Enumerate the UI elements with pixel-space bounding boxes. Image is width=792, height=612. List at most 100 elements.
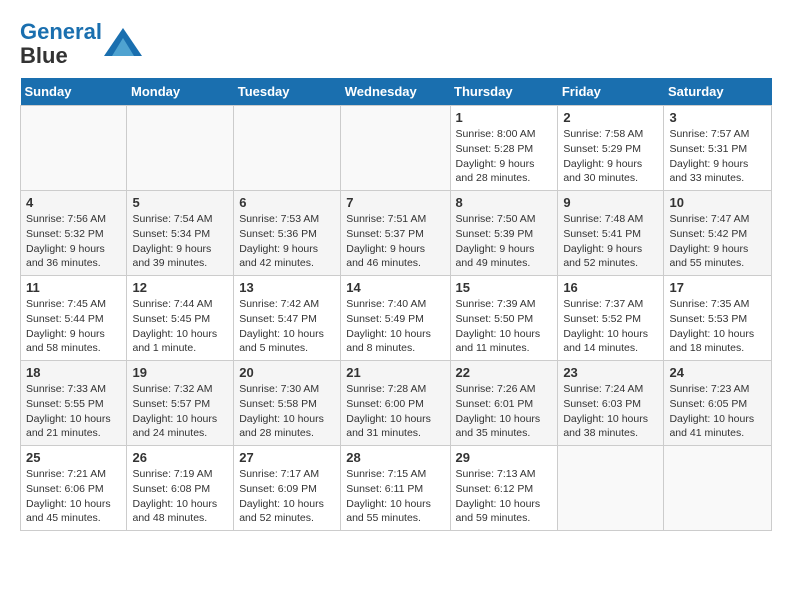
calendar-cell: 17Sunrise: 7:35 AM Sunset: 5:53 PM Dayli… — [664, 276, 772, 361]
column-header-wednesday: Wednesday — [341, 78, 450, 106]
calendar-cell: 10 Sunrise: 7:47 AM Sunset: 5:42 PM Dayli… — [664, 191, 772, 276]
day-number: 29 — [456, 450, 553, 465]
day-info: Sunrise: 7:13 AM Sunset: 6:12 PM Dayligh… — [456, 467, 553, 526]
day-info: Sunrise: 7:45 AM Sunset: 5:44 PM Dayligh… — [26, 297, 121, 356]
calendar-cell — [558, 446, 664, 531]
day-number: 22 — [456, 365, 553, 380]
day-info: Sunrise: 7:44 AM Sunset: 5:45 PM Dayligh… — [132, 297, 228, 356]
day-info: Sunrise: 7:28 AM Sunset: 6:00 PM Dayligh… — [346, 382, 444, 441]
calendar-cell: 3 Sunrise: 7:57 AM Sunset: 5:31 PM Daylig… — [664, 106, 772, 191]
day-info: Sunrise: 7:37 AM Sunset: 5:52 PM Dayligh… — [563, 297, 658, 356]
day-number: 24 — [669, 365, 766, 380]
day-number: 18 — [26, 365, 121, 380]
day-info: Sunrise: 7:33 AM Sunset: 5:55 PM Dayligh… — [26, 382, 121, 441]
column-header-tuesday: Tuesday — [234, 78, 341, 106]
calendar-cell: 26 Sunrise: 7:19 AM Sunset: 6:08 PM Dayli… — [127, 446, 234, 531]
calendar-cell: 14 Sunrise: 7:40 AM Sunset: 5:49 PM Dayli… — [341, 276, 450, 361]
day-number: 7 — [346, 195, 444, 210]
calendar-cell: 29 Sunrise: 7:13 AM Sunset: 6:12 PM Dayli… — [450, 446, 558, 531]
day-info: Sunrise: 7:15 AM Sunset: 6:11 PM Dayligh… — [346, 467, 444, 526]
calendar-cell: 9 Sunrise: 7:48 AM Sunset: 5:41 PM Daylig… — [558, 191, 664, 276]
day-number: 10 — [669, 195, 766, 210]
calendar-header-row: SundayMondayTuesdayWednesdayThursdayFrid… — [21, 78, 772, 106]
calendar-cell: 2 Sunrise: 7:58 AM Sunset: 5:29 PM Daylig… — [558, 106, 664, 191]
logo-icon — [104, 28, 142, 56]
day-info: Sunrise: 7:26 AM Sunset: 6:01 PM Dayligh… — [456, 382, 553, 441]
calendar-cell: 16 Sunrise: 7:37 AM Sunset: 5:52 PM Dayli… — [558, 276, 664, 361]
day-info: Sunrise: 7:17 AM Sunset: 6:09 PM Dayligh… — [239, 467, 335, 526]
day-number: 5 — [132, 195, 228, 210]
day-info: Sunrise: 7:32 AM Sunset: 5:57 PM Dayligh… — [132, 382, 228, 441]
day-number: 3 — [669, 110, 766, 125]
day-info: Sunrise: 7:53 AM Sunset: 5:36 PM Dayligh… — [239, 212, 335, 271]
calendar-cell: 4 Sunrise: 7:56 AM Sunset: 5:32 PM Daylig… — [21, 191, 127, 276]
calendar-week-row: 4 Sunrise: 7:56 AM Sunset: 5:32 PM Daylig… — [21, 191, 772, 276]
calendar-week-row: 1 Sunrise: 8:00 AM Sunset: 5:28 PM Daylig… — [21, 106, 772, 191]
day-info: Sunrise: 7:54 AM Sunset: 5:34 PM Dayligh… — [132, 212, 228, 271]
day-number: 16 — [563, 280, 658, 295]
day-number: 26 — [132, 450, 228, 465]
day-number: 8 — [456, 195, 553, 210]
calendar-cell: 13 Sunrise: 7:42 AM Sunset: 5:47 PM Dayli… — [234, 276, 341, 361]
column-header-monday: Monday — [127, 78, 234, 106]
calendar-cell: 21 Sunrise: 7:28 AM Sunset: 6:00 PM Dayli… — [341, 361, 450, 446]
day-info: Sunrise: 7:30 AM Sunset: 5:58 PM Dayligh… — [239, 382, 335, 441]
day-info: Sunrise: 7:58 AM Sunset: 5:29 PM Dayligh… — [563, 127, 658, 186]
calendar-cell: 22 Sunrise: 7:26 AM Sunset: 6:01 PM Dayli… — [450, 361, 558, 446]
calendar-cell: 6 Sunrise: 7:53 AM Sunset: 5:36 PM Daylig… — [234, 191, 341, 276]
calendar-cell: 20Sunrise: 7:30 AM Sunset: 5:58 PM Dayli… — [234, 361, 341, 446]
day-info: Sunrise: 7:19 AM Sunset: 6:08 PM Dayligh… — [132, 467, 228, 526]
day-number: 25 — [26, 450, 121, 465]
day-info: Sunrise: 7:56 AM Sunset: 5:32 PM Dayligh… — [26, 212, 121, 271]
day-info: Sunrise: 7:42 AM Sunset: 5:47 PM Dayligh… — [239, 297, 335, 356]
day-number: 28 — [346, 450, 444, 465]
calendar-cell: 12 Sunrise: 7:44 AM Sunset: 5:45 PM Dayli… — [127, 276, 234, 361]
day-number: 2 — [563, 110, 658, 125]
calendar-cell — [127, 106, 234, 191]
day-number: 4 — [26, 195, 121, 210]
day-info: Sunrise: 7:24 AM Sunset: 6:03 PM Dayligh… — [563, 382, 658, 441]
calendar-cell: 25Sunrise: 7:21 AM Sunset: 6:06 PM Dayli… — [21, 446, 127, 531]
page-header: General Blue — [20, 20, 772, 68]
calendar-table: SundayMondayTuesdayWednesdayThursdayFrid… — [20, 78, 772, 531]
day-info: Sunrise: 7:57 AM Sunset: 5:31 PM Dayligh… — [669, 127, 766, 186]
day-number: 27 — [239, 450, 335, 465]
day-info: Sunrise: 8:00 AM Sunset: 5:28 PM Dayligh… — [456, 127, 553, 186]
calendar-cell — [21, 106, 127, 191]
day-info: Sunrise: 7:50 AM Sunset: 5:39 PM Dayligh… — [456, 212, 553, 271]
logo: General Blue — [20, 20, 142, 68]
day-info: Sunrise: 7:35 AM Sunset: 5:53 PM Dayligh… — [669, 297, 766, 356]
column-header-friday: Friday — [558, 78, 664, 106]
calendar-cell: 23 Sunrise: 7:24 AM Sunset: 6:03 PM Dayli… — [558, 361, 664, 446]
day-number: 13 — [239, 280, 335, 295]
calendar-cell: 8 Sunrise: 7:50 AM Sunset: 5:39 PM Daylig… — [450, 191, 558, 276]
day-number: 11 — [26, 280, 121, 295]
day-info: Sunrise: 7:47 AM Sunset: 5:42 PM Dayligh… — [669, 212, 766, 271]
column-header-saturday: Saturday — [664, 78, 772, 106]
calendar-cell: 27 Sunrise: 7:17 AM Sunset: 6:09 PM Dayli… — [234, 446, 341, 531]
day-info: Sunrise: 7:48 AM Sunset: 5:41 PM Dayligh… — [563, 212, 658, 271]
day-number: 19 — [132, 365, 228, 380]
calendar-cell: 11 Sunrise: 7:45 AM Sunset: 5:44 PM Dayli… — [21, 276, 127, 361]
calendar-cell: 1 Sunrise: 8:00 AM Sunset: 5:28 PM Daylig… — [450, 106, 558, 191]
calendar-cell: 5 Sunrise: 7:54 AM Sunset: 5:34 PM Daylig… — [127, 191, 234, 276]
day-number: 15 — [456, 280, 553, 295]
day-number: 1 — [456, 110, 553, 125]
day-number: 12 — [132, 280, 228, 295]
day-number: 6 — [239, 195, 335, 210]
column-header-sunday: Sunday — [21, 78, 127, 106]
day-number: 21 — [346, 365, 444, 380]
calendar-cell: 24Sunrise: 7:23 AM Sunset: 6:05 PM Dayli… — [664, 361, 772, 446]
day-number: 9 — [563, 195, 658, 210]
day-info: Sunrise: 7:40 AM Sunset: 5:49 PM Dayligh… — [346, 297, 444, 356]
calendar-cell: 19 Sunrise: 7:32 AM Sunset: 5:57 PM Dayli… — [127, 361, 234, 446]
day-info: Sunrise: 7:51 AM Sunset: 5:37 PM Dayligh… — [346, 212, 444, 271]
column-header-thursday: Thursday — [450, 78, 558, 106]
calendar-week-row: 18 Sunrise: 7:33 AM Sunset: 5:55 PM Dayli… — [21, 361, 772, 446]
calendar-week-row: 11 Sunrise: 7:45 AM Sunset: 5:44 PM Dayli… — [21, 276, 772, 361]
calendar-cell: 15Sunrise: 7:39 AM Sunset: 5:50 PM Dayli… — [450, 276, 558, 361]
calendar-cell — [664, 446, 772, 531]
day-number: 23 — [563, 365, 658, 380]
logo-text: General Blue — [20, 20, 102, 68]
day-number: 14 — [346, 280, 444, 295]
